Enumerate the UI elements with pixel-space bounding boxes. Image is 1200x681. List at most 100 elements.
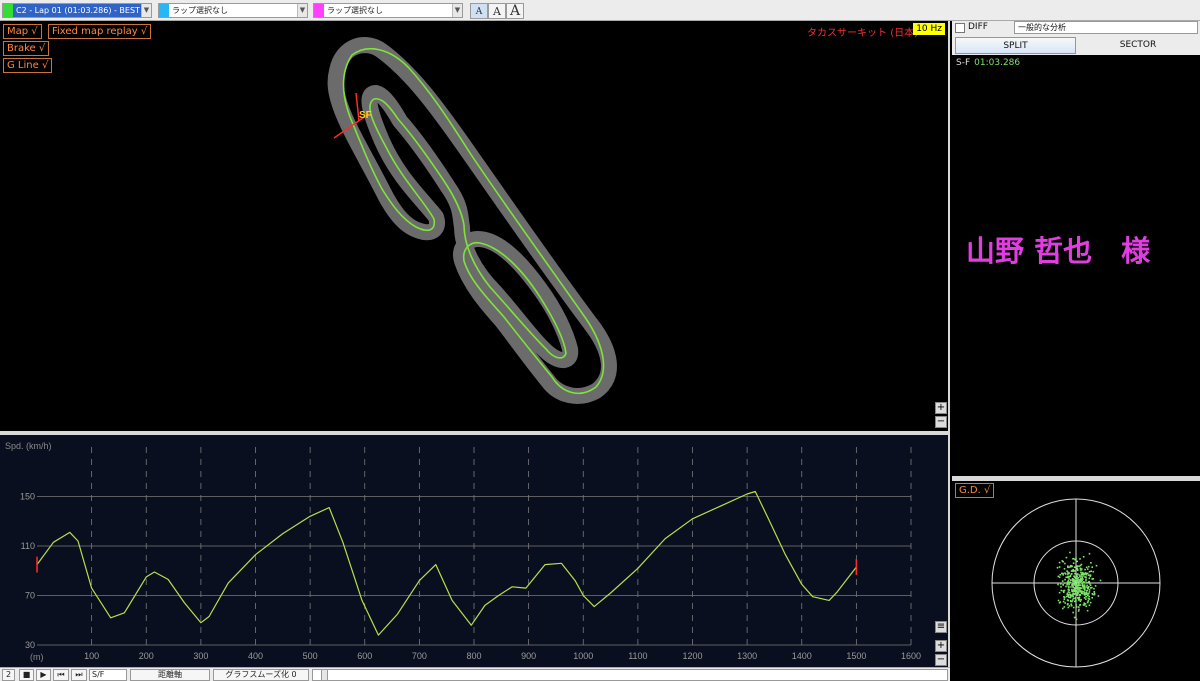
- g-scatter-point: [1063, 582, 1066, 584]
- analysis-select[interactable]: 一般的な分析: [1014, 21, 1198, 34]
- lap-select-2[interactable]: ラップ選択なし ▼: [158, 3, 308, 18]
- g-scatter-point: [1076, 565, 1079, 567]
- g-scatter-point: [1085, 576, 1087, 578]
- g-scatter-point: [1070, 579, 1072, 582]
- skip-last-button[interactable]: ⏭: [71, 669, 87, 681]
- g-scatter-point: [1076, 584, 1079, 586]
- g-scatter-point: [1079, 564, 1082, 567]
- g-scatter-point: [1062, 584, 1064, 586]
- g-scatter-point: [1062, 574, 1064, 576]
- chevron-down-icon[interactable]: ▼: [297, 4, 307, 17]
- g-scatter-point: [1081, 582, 1084, 585]
- g-scatter-point: [1082, 556, 1085, 558]
- g-scatter-point: [1070, 565, 1072, 568]
- graph-zoom-in-button[interactable]: +: [935, 640, 947, 652]
- font-small-button[interactable]: A: [470, 3, 488, 19]
- split-time-row: S-F 01:03.286: [956, 58, 1020, 68]
- g-scatter-point: [1092, 570, 1095, 573]
- g-scatter-point: [1074, 570, 1076, 572]
- g-scatter-point: [1088, 598, 1091, 600]
- g-scatter-point: [1084, 568, 1086, 571]
- map-zoom-out-button[interactable]: −: [935, 416, 947, 428]
- g-scatter-point: [1083, 585, 1086, 588]
- g-scatter-point: [1069, 593, 1072, 596]
- g-scatter-point: [1060, 586, 1062, 588]
- g-scatter-point: [1097, 595, 1100, 597]
- g-scatter-point: [1063, 596, 1065, 598]
- play-button[interactable]: ▶: [36, 669, 51, 681]
- tab-split[interactable]: SPLIT: [955, 37, 1076, 54]
- g-scatter-point: [1088, 604, 1091, 607]
- map-zoom-in-button[interactable]: +: [935, 402, 947, 414]
- x-tick-label: 700: [412, 651, 427, 661]
- g-scatter-point: [1076, 606, 1078, 608]
- g-scatter-point: [1062, 590, 1065, 592]
- g-scatter-point: [1081, 576, 1083, 579]
- x-tick-label: 1400: [792, 651, 812, 661]
- g-scatter-point: [1067, 576, 1069, 579]
- g-scatter-point: [1060, 572, 1063, 575]
- g-scatter-point: [1077, 576, 1079, 579]
- g-scatter-point: [1076, 579, 1078, 581]
- g-scatter-point: [1074, 577, 1077, 580]
- g-scatter-point: [1077, 569, 1079, 572]
- g-scatter-point: [1065, 556, 1068, 559]
- chevron-down-icon[interactable]: ▼: [452, 4, 462, 17]
- g-scatter-point: [1074, 597, 1076, 600]
- g-scatter-point: [1091, 597, 1093, 599]
- g-scatter-point: [1072, 570, 1075, 572]
- g-scatter-point: [1056, 566, 1059, 569]
- x-tick-label: 100: [84, 651, 99, 661]
- graph-menu-button[interactable]: ≡: [935, 621, 947, 633]
- g-scatter-point: [1058, 591, 1061, 594]
- track-map-panel: Map √ Fixed map replay √ Brake √ G Line …: [0, 21, 950, 431]
- g-scatter-point: [1090, 570, 1092, 572]
- lap-select-3[interactable]: ラップ選択なし ▼: [313, 3, 463, 18]
- g-scatter-point: [1081, 592, 1084, 595]
- lap-number-button[interactable]: 2: [2, 669, 15, 681]
- diff-row: DIFF 一般的な分析: [952, 21, 1200, 35]
- x-tick-label: 1500: [846, 651, 866, 661]
- g-scatter-point: [1076, 573, 1078, 576]
- g-diagram: [991, 498, 1161, 668]
- g-scatter-point: [1058, 566, 1061, 568]
- g-scatter-point: [1087, 594, 1089, 597]
- font-large-button[interactable]: A: [506, 3, 524, 19]
- diff-checkbox[interactable]: [955, 23, 965, 33]
- g-scatter-point: [1085, 595, 1087, 598]
- g-scatter-point: [1093, 587, 1095, 590]
- g-scatter-point: [1083, 602, 1085, 604]
- axis-mode-button[interactable]: 距離軸: [130, 669, 210, 681]
- graph-smoothing-button[interactable]: グラフスムーズ化 0: [213, 669, 309, 681]
- g-scatter-point: [1072, 611, 1074, 614]
- g-scatter-point: [1076, 575, 1078, 577]
- g-scatter-point: [1068, 581, 1070, 584]
- g-scatter-point: [1079, 580, 1082, 582]
- font-medium-button[interactable]: A: [488, 3, 506, 19]
- timeline-scrollbar[interactable]: [312, 669, 948, 681]
- g-diagram-toggle[interactable]: G.D. √: [955, 483, 995, 498]
- g-scatter-point: [1069, 600, 1072, 602]
- track-map[interactable]: SF: [0, 21, 950, 431]
- chevron-down-icon[interactable]: ▼: [141, 4, 151, 17]
- g-scatter-point: [1068, 591, 1071, 594]
- graph-zoom-out-button[interactable]: −: [935, 654, 947, 666]
- g-scatter-point: [1072, 562, 1075, 564]
- g-scatter-point: [1088, 591, 1091, 593]
- timeline-scroll-thumb[interactable]: [321, 669, 328, 681]
- skip-first-button[interactable]: ⏮: [53, 669, 69, 681]
- g-scatter-point: [1078, 608, 1080, 611]
- section-select[interactable]: S/F: [89, 669, 127, 681]
- speed-chart[interactable]: 100 200 300 400 500 600 700 800 900 1000 1100 1200 1…: [0, 435, 948, 667]
- g-scatter-point: [1083, 588, 1086, 590]
- lap-color-swatch: [3, 4, 13, 17]
- stop-button[interactable]: ■: [19, 669, 34, 681]
- g-scatter-point: [1063, 598, 1066, 601]
- lap-select-1[interactable]: C2 - Lap 01 (01:03.286) - BEST ▼: [2, 3, 152, 18]
- g-scatter-point: [1066, 582, 1069, 585]
- g-scatter-point: [1085, 605, 1087, 608]
- x-tick-label: 1100: [628, 651, 647, 661]
- tab-sector[interactable]: SECTOR: [1078, 37, 1198, 54]
- lap-color-swatch: [314, 4, 324, 17]
- g-scatter-point: [1060, 589, 1063, 592]
